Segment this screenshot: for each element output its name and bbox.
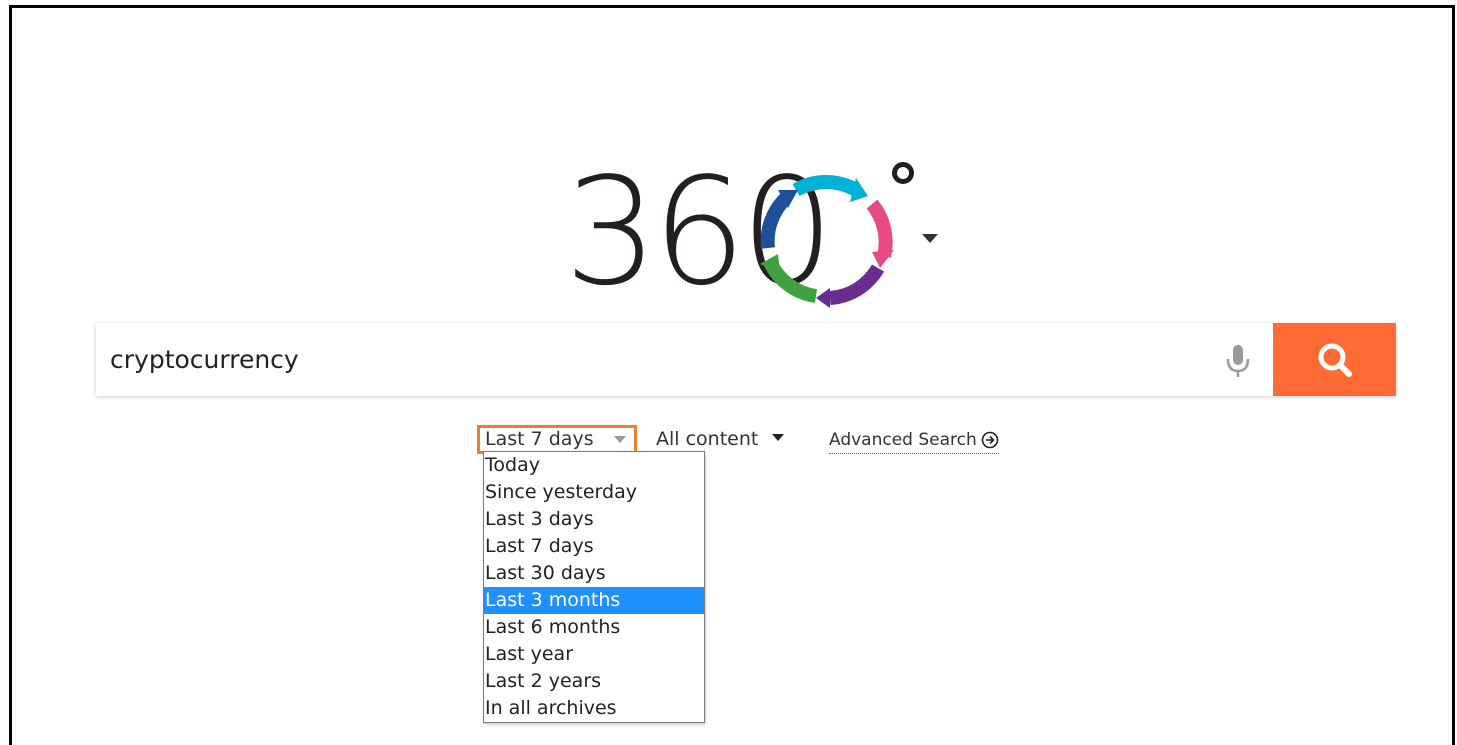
advanced-search-link[interactable]: Advanced Search	[829, 427, 999, 454]
search-button[interactable]	[1273, 323, 1396, 396]
advanced-search-label: Advanced Search	[829, 430, 977, 450]
dropdown-option[interactable]: Last 3 days	[484, 506, 704, 533]
dropdown-option[interactable]: Last 3 months	[484, 587, 704, 614]
filters-row: Last 7 days All content Advanced Search	[0, 425, 1457, 455]
dropdown-option[interactable]: Last 7 days	[484, 533, 704, 560]
dropdown-option[interactable]: Last 2 years	[484, 668, 704, 695]
search-bar	[96, 323, 1396, 396]
dropdown-option[interactable]: In all archives	[484, 695, 704, 722]
arrow-circle-right-icon	[981, 431, 999, 449]
logo-degree-mark	[892, 162, 914, 184]
logo[interactable]: 360	[556, 150, 956, 315]
date-range-selected-label: Last 7 days	[485, 428, 594, 450]
search-icon	[1318, 343, 1352, 377]
logo-ring-icon	[760, 174, 894, 308]
logo-menu-caret-icon[interactable]	[922, 234, 938, 243]
dropdown-option[interactable]: Since yesterday	[484, 479, 704, 506]
date-range-select[interactable]: Last 7 days	[477, 425, 637, 454]
content-type-selected-label: All content	[656, 428, 759, 450]
microphone-icon[interactable]	[1224, 343, 1252, 379]
chevron-down-icon	[772, 434, 785, 441]
chevron-down-icon	[614, 436, 626, 443]
dropdown-option[interactable]: Today	[484, 452, 704, 479]
dropdown-option[interactable]: Last 30 days	[484, 560, 704, 587]
date-range-dropdown: Today Since yesterday Last 3 days Last 7 da…	[483, 451, 705, 723]
search-input[interactable]	[96, 323, 1272, 396]
content-type-select[interactable]: All content	[656, 425, 785, 453]
dropdown-option[interactable]: Last 6 months	[484, 614, 704, 641]
dropdown-option[interactable]: Last year	[484, 641, 704, 668]
